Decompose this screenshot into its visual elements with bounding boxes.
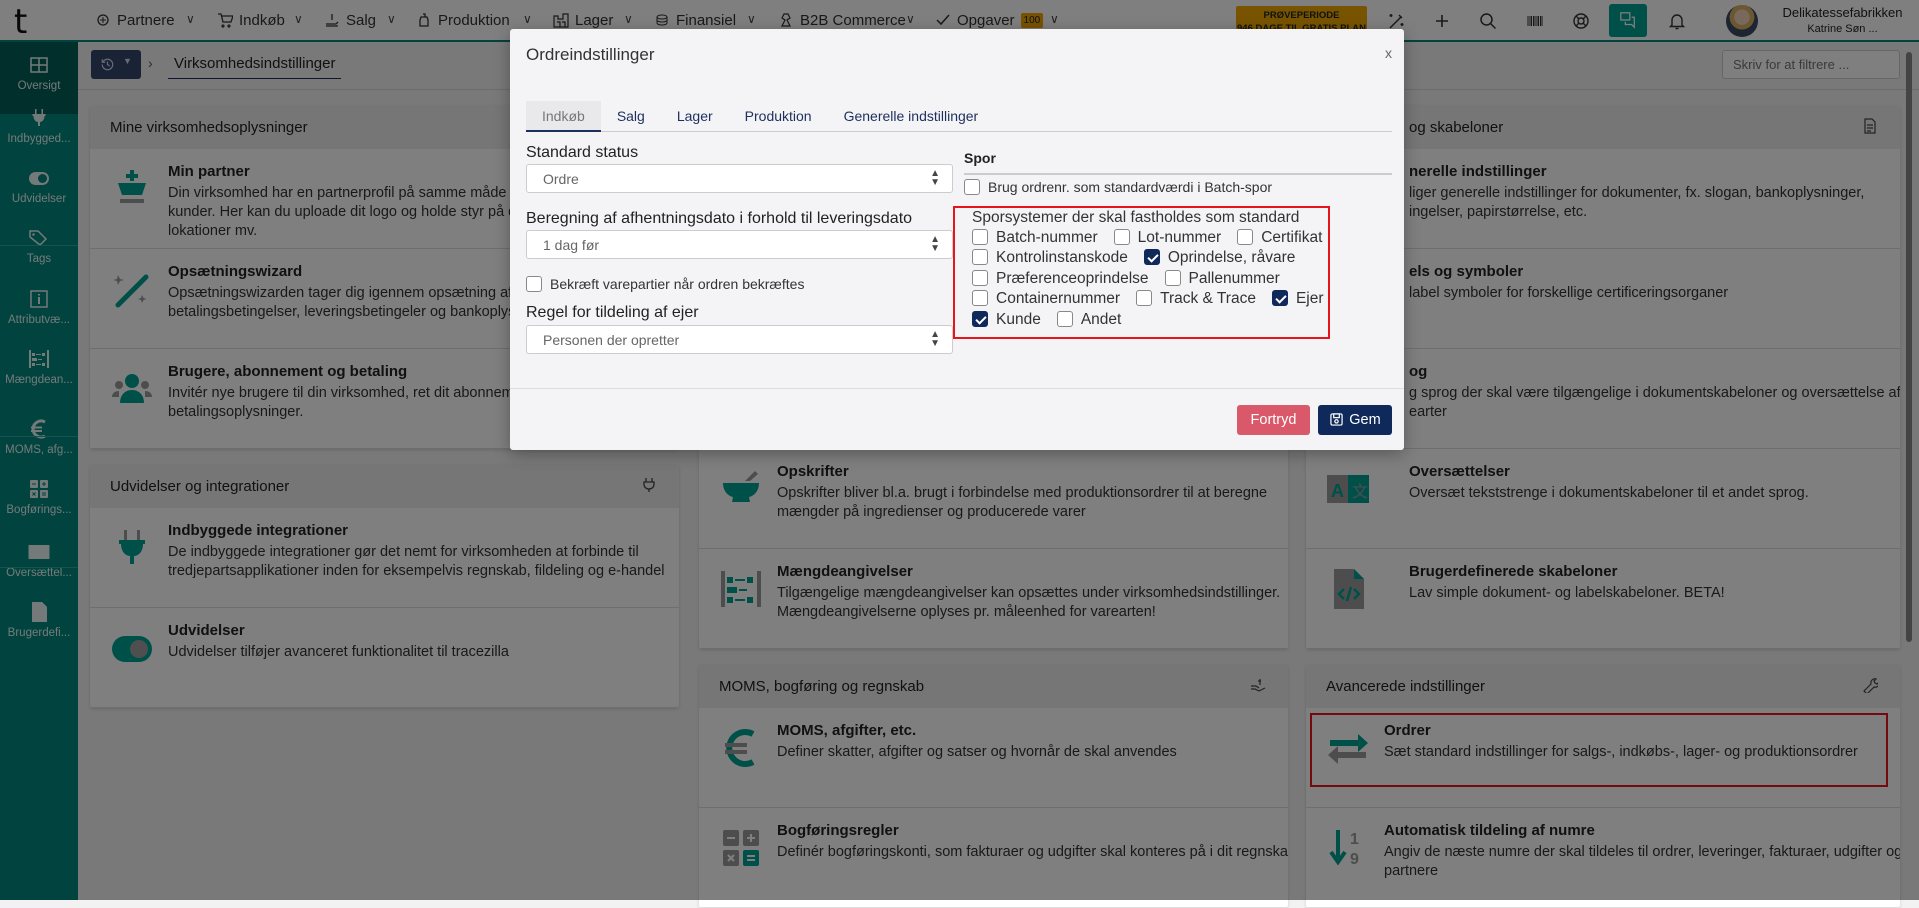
sort-arrows-icon: ▲ ▼: [930, 168, 940, 188]
divider: [964, 173, 1392, 175]
checkbox-label: Lot-nummer: [1137, 229, 1222, 246]
select-value: Personen der opretter: [543, 332, 680, 348]
checkbox-label: Batch-nummer: [996, 229, 1098, 246]
checkbox-label: Præferenceoprindelse: [996, 270, 1149, 287]
tab-salg[interactable]: Salg: [601, 101, 661, 132]
trace-option-checkbox[interactable]: Præferenceoprindelse: [972, 270, 1149, 288]
owner-rule-label: Regel for tildeling af ejer: [526, 304, 699, 321]
trace-options-row: Kontrolinstanskode Oprindelse, råvare: [972, 249, 1311, 267]
checkbox[interactable]: [972, 270, 988, 286]
checkbox-label: Kunde: [996, 311, 1041, 328]
trace-option-checkbox[interactable]: Containernummer: [972, 290, 1120, 308]
checkbox-label: Kontrolinstanskode: [996, 249, 1128, 266]
trace-option-checkbox[interactable]: Kunde: [972, 311, 1041, 329]
checkbox[interactable]: [1136, 290, 1153, 306]
dialog-footer-divider: [510, 388, 1404, 389]
trace-option-checkbox[interactable]: Certifikat: [1237, 229, 1322, 247]
checkbox-label: Bekræft varepartier når ordren bekræftes: [550, 276, 805, 292]
checkbox[interactable]: [1056, 311, 1073, 327]
checkbox-label: Ejer: [1295, 290, 1324, 307]
standard-status-label: Standard status: [526, 144, 639, 161]
pickup-calc-label: Beregning af afhentningsdato i forhold t…: [526, 210, 913, 227]
trace-options-row: Batch-nummer Lot-nummer Certifikat: [972, 229, 1338, 247]
checkbox[interactable]: [972, 290, 988, 306]
trace-options-row: Præferenceoprindelse Pallenummer: [972, 270, 1296, 288]
tab-generelle-indstillinger[interactable]: Generelle indstillinger: [828, 101, 995, 132]
save-icon: [1330, 413, 1343, 426]
checkbox[interactable]: [1143, 249, 1160, 265]
sort-arrows-icon: ▲ ▼: [930, 329, 940, 349]
checkbox-label: Andet: [1080, 311, 1122, 328]
tab-lager[interactable]: Lager: [661, 101, 729, 132]
use-order-number-checkbox[interactable]: Brug ordrenr. som standardværdi i Batch-…: [964, 179, 1272, 195]
order-settings-dialog: Ordreindstillinger x Indkøb Salg Lager Prod…: [510, 29, 1404, 450]
trace-options-row: Containernummer Track & Trace Ejer: [972, 290, 1340, 308]
select-value: Ordre: [543, 171, 579, 187]
close-icon[interactable]: x: [1385, 45, 1392, 61]
trace-option-checkbox[interactable]: Oprindelse, råvare: [1143, 249, 1296, 267]
tab-produktion[interactable]: Produktion: [729, 101, 828, 132]
checkbox[interactable]: [526, 276, 542, 292]
spor-heading: Spor: [964, 150, 996, 166]
trace-option-checkbox[interactable]: Andet: [1056, 311, 1122, 329]
select-value: 1 dag før: [543, 237, 600, 253]
checkbox[interactable]: [972, 311, 988, 327]
trace-option-checkbox[interactable]: Ejer: [1271, 290, 1324, 308]
trace-options-row: Kunde Andet: [972, 311, 1137, 329]
checkbox[interactable]: [1237, 229, 1254, 245]
checkbox-label: Brug ordrenr. som standardværdi i Batch-…: [988, 179, 1273, 195]
checkbox[interactable]: [972, 249, 988, 265]
checkbox-label: Containernummer: [996, 290, 1121, 307]
trace-option-checkbox[interactable]: Lot-nummer: [1113, 229, 1222, 247]
checkbox[interactable]: [964, 179, 980, 195]
checkbox[interactable]: [1164, 270, 1181, 286]
save-button[interactable]: Gem: [1318, 405, 1392, 435]
pickup-calc-select[interactable]: 1 dag før ▲ ▼: [526, 230, 953, 259]
dialog-title: Ordreindstillinger: [526, 45, 655, 64]
save-label: Gem: [1349, 412, 1381, 428]
checkbox-label: Oprindelse, råvare: [1167, 249, 1296, 266]
trace-option-checkbox[interactable]: Track & Trace: [1136, 290, 1256, 308]
owner-rule-select[interactable]: Personen der opretter ▲ ▼: [526, 325, 953, 354]
checkbox-label: Certifikat: [1261, 229, 1323, 246]
tab-bar: Indkøb Salg Lager Produktion Generelle indst…: [526, 101, 1392, 132]
checkbox[interactable]: [1271, 290, 1288, 306]
sort-arrows-icon: ▲ ▼: [930, 234, 940, 254]
standard-status-select[interactable]: Ordre ▲ ▼: [526, 164, 953, 193]
trace-option-checkbox[interactable]: Batch-nummer: [972, 229, 1098, 247]
checkbox-label: Track & Trace: [1160, 290, 1256, 307]
trace-option-checkbox[interactable]: Kontrolinstanskode: [972, 249, 1128, 267]
cancel-button[interactable]: Fortryd: [1237, 405, 1310, 435]
confirm-batches-checkbox[interactable]: Bekræft varepartier når ordren bekræftes: [526, 276, 804, 292]
trace-systems-label: Sporsystemer der skal fastholdes som sta…: [972, 209, 1300, 226]
checkbox-label: Pallenummer: [1188, 270, 1280, 287]
trace-option-checkbox[interactable]: Pallenummer: [1164, 270, 1280, 288]
checkbox[interactable]: [972, 229, 988, 245]
tab-indkøb[interactable]: Indkøb: [526, 101, 601, 132]
checkbox[interactable]: [1113, 229, 1130, 245]
